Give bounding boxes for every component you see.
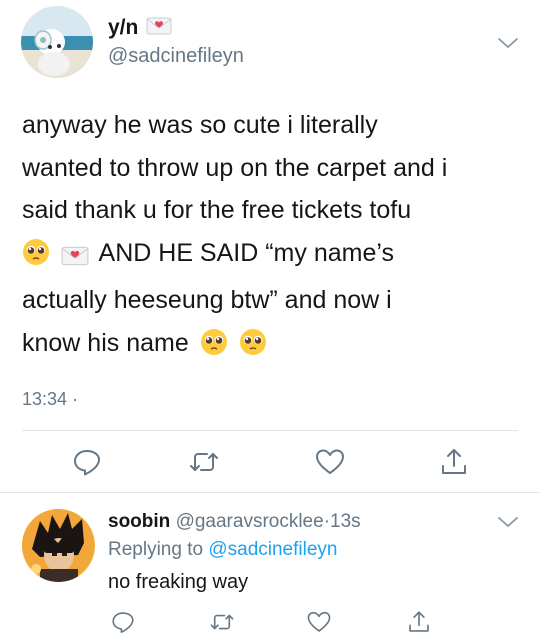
chevron-down-icon[interactable]	[497, 515, 519, 529]
avatar[interactable]	[21, 6, 93, 78]
time-separator: ·	[72, 389, 79, 409]
reply-avatar-image	[22, 509, 95, 582]
replying-to: Replying to @sadcinefileyn	[108, 539, 337, 561]
chevron-down-icon[interactable]	[497, 36, 519, 50]
reply-icon[interactable]	[71, 446, 103, 478]
avatar-image	[21, 6, 93, 78]
replying-to-handle[interactable]: @sadcinefileyn	[208, 539, 337, 560]
display-name[interactable]: y/n	[108, 16, 138, 40]
heart-icon[interactable]	[314, 446, 346, 478]
share-icon[interactable]	[406, 609, 432, 635]
reply-handle[interactable]: @gaaravsrocklee	[176, 511, 324, 532]
time: 13:34	[22, 389, 68, 409]
retweet-icon[interactable]	[209, 609, 235, 635]
reply-time[interactable]: 13s	[330, 511, 361, 532]
replying-to-label: Replying to	[108, 539, 204, 560]
pleading-face-emoji	[239, 327, 267, 370]
author-handle[interactable]: @sadcinefileyn	[108, 45, 244, 68]
reply-display-name[interactable]: soobin	[108, 511, 170, 532]
heart-icon[interactable]	[306, 609, 332, 635]
tweet-line: actually heeseung btw” and now i	[22, 286, 392, 314]
tweet: y/n @sadcinefileyn anyway he was so cute…	[0, 0, 540, 490]
tweet-line: said thank u for the free tickets tofu	[22, 196, 412, 224]
tweet-line: wanted to throw up on the carpet and i	[22, 153, 448, 182]
timestamp[interactable]: 13:34 ·	[22, 389, 78, 410]
love-letter-emoji	[146, 17, 172, 40]
reply-text: no freaking way	[108, 571, 249, 593]
tweet-line: anyway he was so cute i literally	[22, 111, 378, 139]
tweet-separator	[0, 492, 540, 493]
tweet-line: AND HE SAID “my name’s	[98, 238, 394, 267]
reply-icon[interactable]	[110, 609, 136, 635]
pleading-face-emoji	[200, 327, 228, 370]
love-letter-emoji	[61, 237, 89, 280]
pleading-face-emoji	[22, 237, 50, 280]
tweet-line-with-emoji: AND HE SAID “my name’s	[22, 232, 527, 280]
tweet-line: know his name	[22, 328, 189, 357]
author-name-row: y/n	[108, 16, 172, 40]
share-icon[interactable]	[438, 446, 470, 478]
tweet-line-with-emoji: know his name	[22, 322, 527, 370]
divider	[22, 430, 518, 431]
tweet-text: anyway he was so cute i literally wanted…	[22, 104, 527, 369]
reply-header: soobin @gaaravsrocklee·13s	[108, 511, 361, 533]
reply-avatar[interactable]	[22, 509, 95, 582]
retweet-icon[interactable]	[188, 446, 220, 478]
